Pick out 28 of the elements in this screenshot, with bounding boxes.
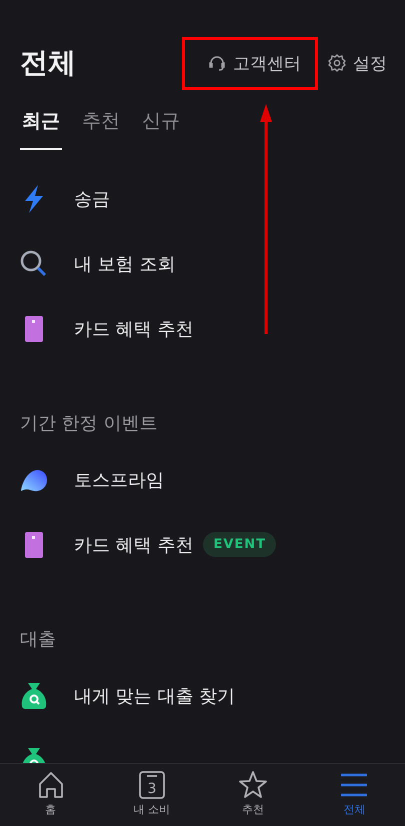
menu-item-label: 송금 — [74, 188, 110, 210]
menu-item[interactable]: 내 보험 조회 — [0, 231, 405, 296]
menu-item[interactable]: 카드 혜택 추천 EVENT — [0, 512, 405, 577]
section-title: 기간 한정 이벤트 — [19, 412, 158, 436]
nav-tab[interactable]: 전체 — [304, 764, 405, 826]
section-title: 대출 — [19, 628, 57, 652]
tab[interactable]: 신규 — [140, 100, 182, 150]
nav-tab[interactable]: 홈 — [0, 764, 102, 826]
menu-item-label: 내 보험 조회 — [74, 252, 176, 276]
settings-icon — [327, 53, 347, 73]
nav-tab[interactable]: 추천 — [202, 764, 304, 826]
menu-item[interactable]: 송금 — [0, 166, 405, 231]
nav-tab[interactable]: 3 내 소비 — [101, 764, 202, 826]
menu-item-label: 토스프라임 — [74, 468, 164, 492]
event-badge: EVENT — [203, 532, 276, 557]
menu-item-label: 카드 혜택 추천 — [74, 318, 194, 340]
page-title: 전체 — [20, 45, 77, 81]
settings-link[interactable]: 설정 — [321, 44, 393, 82]
menu-item[interactable]: 토스프라임 — [0, 447, 405, 512]
menu-item-label: 카드 혜택 추천 — [74, 534, 194, 556]
tab[interactable]: 최근 — [20, 100, 62, 150]
tab[interactable]: 추천 — [80, 100, 122, 150]
support-link[interactable]: 고객센터 — [185, 40, 315, 86]
star-icon — [238, 770, 268, 800]
menu-item[interactable]: 내게 맞는 대출 찾기 — [0, 663, 405, 728]
menu-item[interactable]: 카드 혜택 추천 — [0, 296, 405, 361]
calendar-icon: 3 — [136, 770, 167, 800]
menu-item-label: 내게 맞는 대출 찾기 — [74, 684, 236, 708]
